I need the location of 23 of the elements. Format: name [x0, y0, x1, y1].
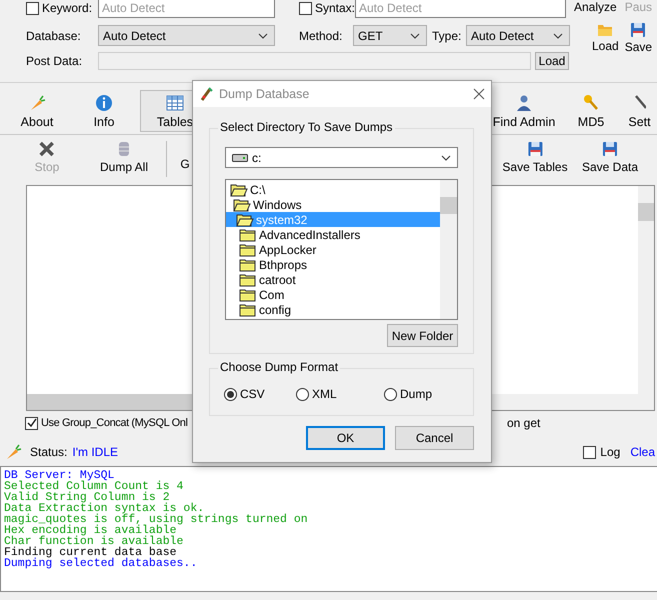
log-line: Hex encoding is available [4, 525, 177, 536]
database-label: Database: [26, 28, 82, 42]
log-line: Data Extraction syntax is ok. [4, 503, 204, 514]
status-value: I'm IDLE [72, 445, 118, 459]
status-label: Status: [30, 445, 68, 459]
group-title: Select Directory To Save Dumps [218, 120, 395, 134]
option-label: on get [507, 416, 540, 430]
log-line: Dumping selected databases.. [4, 558, 198, 569]
group-concat-label: Use Group_Concat (MySQL Onl [41, 417, 188, 429]
log-line: Selected Column Count is 4 [4, 481, 184, 492]
log-line: Char function is available [4, 536, 184, 547]
method-label: Method: [299, 28, 344, 42]
syntax-label: Syntax: [315, 1, 355, 15]
type-label: Type: [432, 28, 462, 42]
dialog-title: Dump Database [219, 87, 310, 101]
log-label: Log [600, 445, 620, 459]
keyword-label: Keyword: [42, 1, 94, 15]
group-title: Choose Dump Format [218, 360, 340, 374]
post-data-label: Post Data: [26, 54, 84, 68]
log-line: Valid String Column is 2 [4, 492, 170, 503]
log-line: Finding current data base [4, 547, 177, 558]
log-line: magic_quotes is off, using strings turned on [4, 514, 309, 525]
log-line: DB Server: MySQL [4, 470, 115, 481]
